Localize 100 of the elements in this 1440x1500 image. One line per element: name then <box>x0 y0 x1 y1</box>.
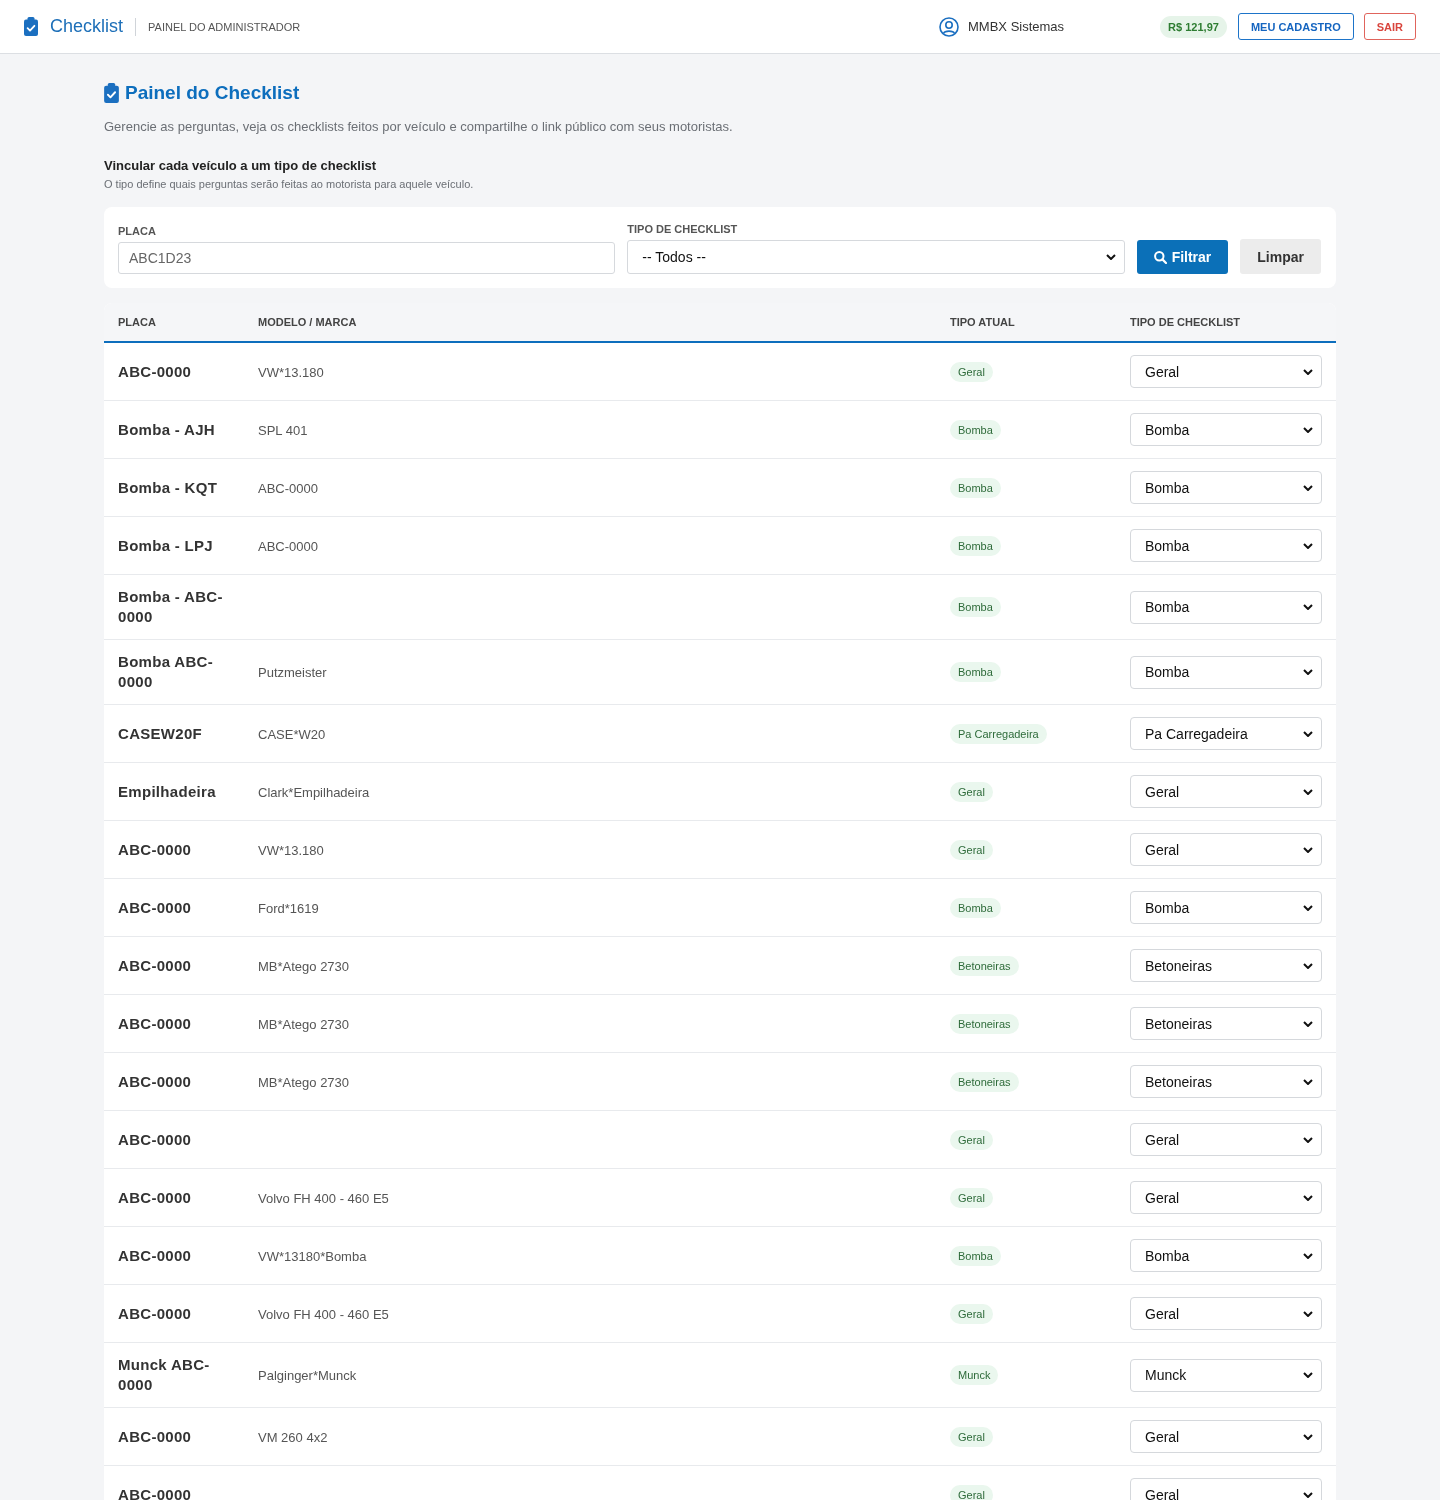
search-icon <box>1153 250 1167 264</box>
app-title[interactable]: Checklist <box>50 16 124 37</box>
column-header: MODELO / MARCA <box>257 316 358 328</box>
type-badge: Betoneiras <box>950 955 1019 976</box>
vehicle-model: Volvo FH 400 - 460 E5 <box>258 1190 389 1206</box>
vehicle-plate: Empilhadeira <box>118 781 217 802</box>
chevron-down-icon <box>1303 788 1313 795</box>
checklist-type-select[interactable]: Betoneiras <box>1130 949 1322 982</box>
column-header: TIPO ATUAL <box>949 316 1016 328</box>
checklist-type-select[interactable]: Bomba <box>1130 1239 1322 1272</box>
checklist-type-select[interactable]: Geral <box>1130 775 1322 808</box>
checklist-type-select[interactable]: Bomba <box>1130 590 1322 624</box>
chevron-down-icon <box>1303 484 1313 491</box>
type-badge: Bomba <box>950 662 1001 682</box>
checklist-type-select[interactable]: Betoneiras <box>1130 1007 1322 1040</box>
vehicle-plate: Munck ABC-0000 <box>118 1355 211 1395</box>
type-badge: Geral <box>950 1426 993 1447</box>
vehicle-model: Ford*1619 <box>258 900 319 916</box>
vehicle-plate: ABC-0000 <box>118 1303 193 1324</box>
type-badge: Bomba <box>950 535 1001 556</box>
checklist-type-select[interactable]: Munck <box>1130 1358 1322 1392</box>
page-title: Painel do Checklist <box>125 81 300 105</box>
type-badge: Munck <box>950 1365 999 1385</box>
checklist-type-select[interactable]: Geral <box>1130 833 1322 866</box>
field-label: PLACA <box>118 225 157 237</box>
type-badge: Pa Carregadeira <box>950 723 1047 744</box>
panel-label: PAINEL DO ADMINISTRADOR <box>148 20 301 33</box>
type-badge: Bomba <box>950 419 1001 440</box>
chevron-down-icon <box>1303 669 1313 675</box>
checklist-type-select[interactable]: Bomba <box>1130 471 1322 504</box>
checklist-type-select[interactable]: Bomba <box>1130 529 1322 562</box>
checklist-type-select[interactable]: Geral <box>1130 1181 1322 1214</box>
chevron-down-icon <box>1303 1433 1313 1440</box>
chevron-down-icon <box>1303 1078 1313 1085</box>
vehicle-model: MB*Atego 2730 <box>258 1074 350 1090</box>
vehicle-plate: ABC-0000 <box>118 1245 193 1266</box>
field-label: TIPO DE CHECKLIST <box>627 223 739 235</box>
type-badge: Bomba <box>950 897 1001 918</box>
chevron-down-icon <box>1303 368 1313 375</box>
vehicle-model: CASE*W20 <box>258 726 326 742</box>
checklist-type-select[interactable]: Bomba <box>1130 413 1322 446</box>
type-badge: Betoneiras <box>950 1013 1019 1034</box>
vehicle-model: VW*13.180 <box>258 842 324 858</box>
type-badge: Geral <box>950 781 993 802</box>
filter-button[interactable]: Filtrar <box>1136 240 1229 274</box>
chevron-down-icon <box>1303 604 1313 610</box>
checklist-type-select[interactable]: Bomba <box>1130 891 1322 924</box>
column-header: PLACA <box>117 316 157 328</box>
vehicle-plate: ABC-0000 <box>118 955 193 976</box>
checklist-type-select[interactable]: Geral <box>1130 1478 1322 1500</box>
vehicle-model: Palginger*Munck <box>258 1368 357 1383</box>
type-badge: Geral <box>950 1187 993 1208</box>
chevron-down-icon <box>1303 1194 1313 1201</box>
checklist-type-select[interactable]: Pa Carregadeira <box>1130 717 1322 750</box>
type-filter-select[interactable]: -- Todos -- <box>627 240 1125 274</box>
chevron-down-icon <box>1303 1020 1313 1027</box>
vehicle-plate: Bomba - KQT <box>118 477 219 498</box>
checklist-type-select[interactable]: Geral <box>1130 1297 1322 1330</box>
vehicle-plate: ABC-0000 <box>118 1013 193 1034</box>
chevron-down-icon <box>1303 1252 1313 1259</box>
chevron-down-icon <box>1303 962 1313 969</box>
plate-input[interactable]: ABC1D23 <box>118 242 616 274</box>
profile-button[interactable]: MEU CADASTRO <box>1237 13 1354 40</box>
chevron-down-icon <box>1303 1136 1313 1143</box>
logout-button[interactable]: SAIR <box>1363 13 1416 40</box>
vehicle-plate: Bomba - LPJ <box>118 535 214 556</box>
checklist-type-select[interactable]: Betoneiras <box>1130 1065 1322 1098</box>
section-hint: O tipo define quais perguntas serão feitas ao motorista para aquele veículo. <box>104 177 475 192</box>
chevron-down-icon <box>1303 1372 1313 1378</box>
vehicle-plate: CASEW20F <box>118 723 204 744</box>
type-badge: Geral <box>950 1303 993 1324</box>
vehicle-model: Putzmeister <box>258 665 327 680</box>
type-badge: Geral <box>950 1129 993 1150</box>
vehicle-model: VW*13.180 <box>258 364 324 380</box>
vehicle-model: Clark*Empilhadeira <box>258 784 370 800</box>
checklist-type-select[interactable]: Geral <box>1130 1123 1322 1156</box>
chevron-down-icon <box>1303 730 1313 737</box>
checklist-type-select[interactable]: Bomba <box>1130 655 1322 689</box>
vehicle-plate: ABC-0000 <box>118 897 193 918</box>
clipboard-check-icon <box>24 17 38 36</box>
type-badge: Geral <box>950 361 993 382</box>
vehicle-plate: Bomba - ABC-0000 <box>118 587 224 627</box>
column-header: TIPO DE CHECKLIST <box>1129 316 1241 328</box>
chevron-down-icon <box>1303 1491 1313 1498</box>
vehicle-model: Volvo FH 400 - 460 E5 <box>258 1306 389 1322</box>
section-title: Vincular cada veículo a um tipo de checklist <box>104 157 378 175</box>
type-badge: Geral <box>950 1484 993 1500</box>
chevron-down-icon <box>1303 904 1313 911</box>
chevron-down-icon <box>1303 542 1313 549</box>
vehicle-model: ABC-0000 <box>258 480 318 496</box>
vehicle-model: ABC-0000 <box>258 538 318 554</box>
user-icon <box>939 16 960 37</box>
page-description: Gerencie as perguntas, veja os checklists feitos por veículo e compartilhe o link público com seus motoristas. <box>104 118 734 136</box>
vehicle-plate: Bomba ABC-0000 <box>118 652 214 692</box>
clipboard-check-icon <box>104 83 119 103</box>
checklist-type-select[interactable]: Geral <box>1130 355 1322 388</box>
vehicle-model: MB*Atego 2730 <box>258 1016 350 1032</box>
clear-button[interactable]: Limpar <box>1240 239 1321 274</box>
checklist-type-select[interactable]: Geral <box>1130 1420 1322 1453</box>
vehicle-model: SPL 401 <box>258 422 308 438</box>
